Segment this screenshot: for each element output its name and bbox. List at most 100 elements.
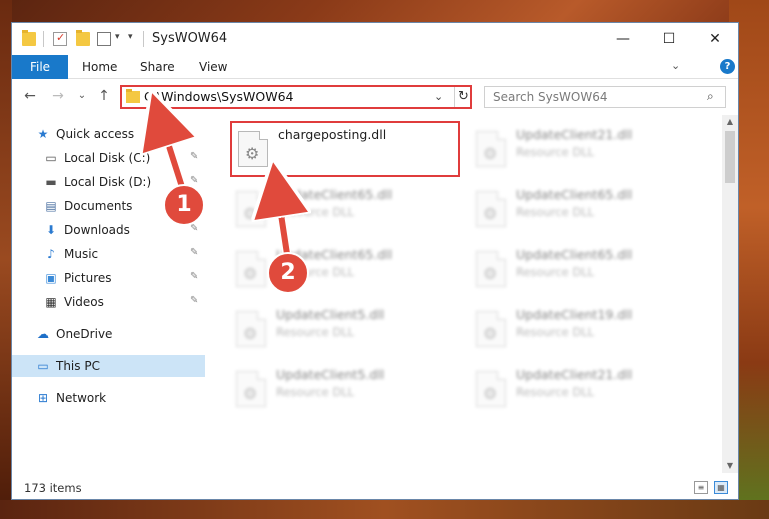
- pictures-icon: ▣: [45, 271, 57, 285]
- sidebar-item-onedrive[interactable]: ☁ OneDrive: [12, 323, 205, 345]
- file-name: UpdateClient5.dll: [276, 307, 385, 322]
- tab-share[interactable]: Share: [140, 55, 175, 79]
- quick-access-separator: [43, 31, 44, 47]
- file-type: Resource DLL: [276, 325, 355, 339]
- address-bar[interactable]: C:\Windows\SysWOW64 ⌄ ↻: [120, 85, 472, 109]
- large-icons-view-icon[interactable]: ▦: [714, 481, 728, 494]
- file-item[interactable]: ⚙ UpdateClient65.dll Resource DLL: [470, 183, 700, 239]
- refresh-button[interactable]: ↻: [454, 87, 472, 107]
- sidebar-item-label: Downloads: [64, 223, 130, 237]
- sidebar-item-label: Quick access: [56, 127, 135, 141]
- properties-checkmark-icon[interactable]: [53, 31, 67, 46]
- gear-icon: ⚙: [483, 384, 498, 403]
- drive-icon: ▬: [45, 175, 57, 189]
- status-bar: 173 items ≡ ▦: [12, 477, 738, 499]
- scroll-thumb[interactable]: [725, 131, 735, 183]
- address-dropdown-icon[interactable]: ⌄: [434, 90, 443, 103]
- file-item[interactable]: ⚙ UpdateClient5.dll Resource DLL: [230, 303, 460, 359]
- customize-toolbar-icon[interactable]: ▾: [128, 32, 133, 42]
- quick-access-dropdown-icon[interactable]: ▾: [115, 32, 120, 42]
- tab-view[interactable]: View: [199, 55, 227, 79]
- address-path[interactable]: C:\Windows\SysWOW64: [144, 89, 293, 104]
- file-name: UpdateClient21.dll: [516, 127, 633, 142]
- window-title: SysWOW64: [152, 31, 228, 46]
- folder-icon[interactable]: [22, 30, 36, 46]
- file-name: UpdateClient5.dll: [276, 367, 385, 382]
- file-item[interactable]: ⚙ UpdateClient19.dll Resource DLL: [470, 303, 700, 359]
- file-item[interactable]: ⚙ UpdateClient65.dll Resource DLL: [470, 243, 700, 299]
- sidebar-item-pictures[interactable]: ▣ Pictures ✎: [12, 267, 205, 289]
- help-icon[interactable]: ?: [720, 59, 735, 74]
- address-row: ← → ⌄ ↑ C:\Windows\SysWOW64 ⌄ ↻ Search S…: [12, 80, 738, 114]
- gear-icon: ⚙: [243, 264, 258, 283]
- scroll-down-icon[interactable]: ▼: [722, 459, 738, 473]
- vertical-scrollbar[interactable]: ▲ ▼: [722, 115, 738, 473]
- file-type: Resource DLL: [516, 205, 595, 219]
- sidebar-item-label: Music: [64, 247, 99, 261]
- forward-button[interactable]: →: [48, 86, 68, 106]
- scroll-up-icon[interactable]: ▲: [722, 115, 738, 129]
- sidebar-item-label: Videos: [64, 295, 104, 309]
- file-name: chargeposting.dll: [278, 127, 387, 142]
- cloud-icon: ☁: [37, 327, 49, 341]
- sidebar-item-network[interactable]: ⊞ Network: [12, 387, 205, 409]
- file-type: Resource DLL: [516, 265, 595, 279]
- gear-icon: ⚙: [243, 204, 258, 223]
- dll-file-icon: ⚙: [236, 371, 266, 407]
- sidebar-item-quick-access[interactable]: ★ Quick access: [12, 123, 205, 145]
- sidebar-item-music[interactable]: ♪ Music ✎: [12, 243, 205, 265]
- file-item[interactable]: ⚙ UpdateClient65.dll Resource DLL: [230, 183, 460, 239]
- file-item[interactable]: ⚙ UpdateClient5.dll Resource DLL: [230, 363, 460, 419]
- file-type: Resource DLL: [516, 145, 595, 159]
- search-input[interactable]: Search SysWOW64 ⌕: [484, 86, 726, 108]
- dll-file-icon: ⚙: [476, 131, 506, 167]
- sidebar-item-label: This PC: [56, 359, 100, 373]
- music-icon: ♪: [47, 247, 55, 261]
- ribbon-tabs: File Home Share View ⌄ ?: [12, 55, 738, 79]
- sidebar-item-label: Documents: [64, 199, 133, 213]
- videos-icon: ▦: [45, 295, 57, 309]
- gear-icon: ⚙: [245, 144, 260, 163]
- sidebar-item-label: OneDrive: [56, 327, 113, 341]
- dll-file-icon: ⚙: [476, 311, 506, 347]
- view-options-icon[interactable]: [97, 32, 111, 46]
- sidebar-item-label: Local Disk (D:): [64, 175, 152, 189]
- sidebar-item-this-pc[interactable]: ▭ This PC: [12, 355, 205, 377]
- up-button[interactable]: ↑: [94, 86, 114, 106]
- sidebar-item-videos[interactable]: ▦ Videos ✎: [12, 291, 205, 313]
- gear-icon: ⚙: [483, 204, 498, 223]
- file-type: Resource DLL: [516, 325, 595, 339]
- tab-home[interactable]: Home: [82, 55, 117, 79]
- dll-file-icon: ⚙: [236, 311, 266, 347]
- address-folder-icon: [126, 89, 140, 103]
- dll-file-icon: ⚙: [236, 251, 266, 287]
- dll-file-icon: ⚙: [476, 251, 506, 287]
- sidebar-item-local-disk-c[interactable]: ▭ Local Disk (C:) ✎: [12, 147, 205, 169]
- pin-icon[interactable]: ✎: [190, 151, 198, 162]
- close-button[interactable]: ✕: [692, 23, 738, 55]
- file-name: UpdateClient65.dll: [516, 247, 633, 262]
- pin-icon[interactable]: ✎: [190, 271, 198, 282]
- network-icon: ⊞: [37, 391, 49, 405]
- sidebar-item-label: Network: [56, 391, 107, 405]
- file-item-chargeposting[interactable]: ⚙ chargeposting.dll: [230, 121, 460, 177]
- file-item[interactable]: ⚙ UpdateClient21.dll Resource DLL: [470, 123, 700, 179]
- title-bar: ▾ ▾ SysWOW64 — ☐ ✕: [12, 23, 738, 55]
- drive-icon: ▭: [45, 151, 57, 165]
- file-name: UpdateClient65.dll: [516, 187, 633, 202]
- pin-icon[interactable]: ✎: [190, 247, 198, 258]
- dll-file-icon: ⚙: [476, 191, 506, 227]
- pin-icon[interactable]: ✎: [190, 295, 198, 306]
- maximize-button[interactable]: ☐: [646, 23, 692, 55]
- minimize-button[interactable]: —: [600, 23, 646, 55]
- search-icon[interactable]: ⌕: [707, 89, 714, 104]
- tab-file[interactable]: File: [12, 55, 68, 79]
- back-button[interactable]: ←: [20, 86, 40, 106]
- file-item[interactable]: ⚙ UpdateClient21.dll Resource DLL: [470, 363, 700, 419]
- file-item[interactable]: ⚙ UpdateClient65.dll Resource DLL: [230, 243, 460, 299]
- recent-locations-button[interactable]: ⌄: [72, 86, 92, 106]
- expand-ribbon-icon[interactable]: ⌄: [671, 59, 680, 72]
- dll-file-icon: ⚙: [476, 371, 506, 407]
- new-folder-icon[interactable]: [76, 30, 90, 46]
- details-view-icon[interactable]: ≡: [694, 481, 708, 494]
